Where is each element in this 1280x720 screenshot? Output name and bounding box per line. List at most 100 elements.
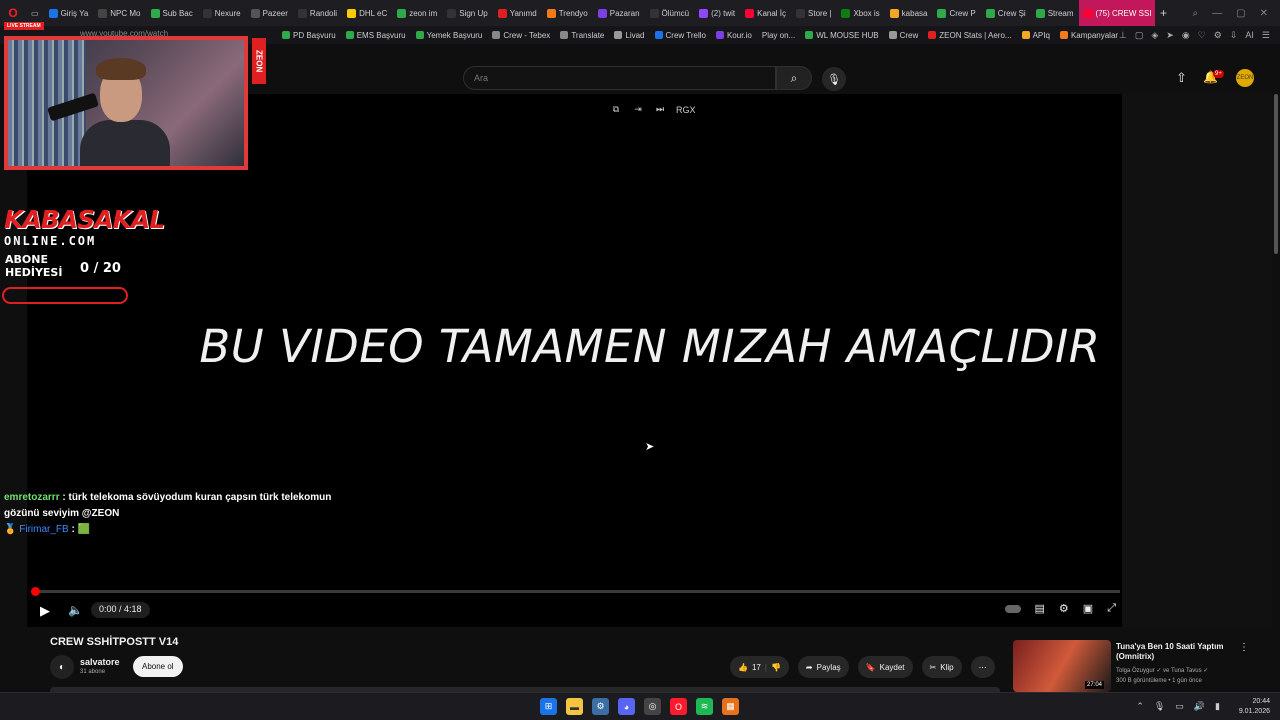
opera-taskbar-icon[interactable]: O — [670, 698, 687, 715]
scrollbar-thumb[interactable] — [1274, 94, 1278, 254]
camera-icon[interactable]: ◉ — [1182, 30, 1190, 41]
bookmark-item[interactable]: WL MOUSE HUB — [805, 31, 879, 40]
fullscreen-icon[interactable]: ⤢ — [1107, 602, 1116, 615]
recommended-video[interactable]: 27:04 Tuna'ya Ben 10 Saati Yaptım (Omnit… — [1013, 640, 1249, 692]
app-icon[interactable]: ▦ — [722, 698, 739, 715]
browser-tab[interactable]: Kanal İç — [740, 0, 791, 26]
browser-tab[interactable]: Giriş Ya — [44, 0, 94, 26]
subscriber-goal-progress — [2, 287, 128, 304]
browser-tab[interactable]: Store | — [791, 0, 836, 26]
send-icon[interactable]: ➤ — [1166, 30, 1174, 41]
browser-tab[interactable]: Trendyo — [542, 0, 593, 26]
extensions-icon[interactable]: ⚙ — [1214, 30, 1222, 41]
network-icon[interactable]: ▭ — [1175, 701, 1184, 712]
bookmark-item[interactable]: Yemek Başvuru — [415, 31, 482, 40]
bookmark-item[interactable]: APIq — [1021, 31, 1050, 40]
browser-tab[interactable]: Ölümcü — [645, 0, 695, 26]
browser-tab[interactable]: Pazeer — [246, 0, 293, 26]
bookmark-item[interactable]: ZEON Stats | Aero... — [928, 31, 1012, 40]
autoplay-toggle[interactable] — [1004, 604, 1021, 613]
bookmark-item[interactable]: Crew Trello — [654, 31, 706, 40]
bookmark-item[interactable]: Kampanyalar — [1059, 31, 1118, 40]
tray-chevron-icon[interactable]: ⌃ — [1136, 701, 1144, 712]
voice-search-button[interactable]: 🎙 — [822, 67, 846, 91]
browser-tab[interactable]: Yanımd — [493, 0, 542, 26]
upload-icon[interactable]: ⇧ — [1176, 70, 1187, 86]
search-tabs-icon[interactable]: ⌕ — [1193, 8, 1199, 19]
bookmark-item[interactable]: Kour.io — [715, 31, 752, 40]
ai-button[interactable]: AI — [1245, 30, 1254, 41]
bookmark-item[interactable]: PD Başvuru — [282, 31, 336, 40]
browser-tab[interactable]: zeon im — [392, 0, 442, 26]
tray-mic-icon[interactable]: 🎙 — [1154, 701, 1165, 712]
more-actions-button[interactable]: ⋯ — [970, 656, 995, 678]
browser-tab[interactable]: Stream — [1031, 0, 1079, 26]
bookmark-item[interactable]: Play on... — [762, 31, 795, 40]
download-icon[interactable]: ⇩ — [1230, 30, 1238, 41]
browser-tab[interactable]: Sign Up — [442, 0, 492, 26]
channel-name[interactable]: salvatore — [80, 657, 120, 667]
minimize-icon[interactable]: — — [1212, 8, 1222, 19]
subtitles-icon[interactable]: ▤ — [1035, 602, 1045, 615]
browser-tab[interactable]: Pazaran — [593, 0, 645, 26]
thumbs-down-icon[interactable]: 👎 — [771, 663, 781, 672]
pip-icon[interactable]: ⧉ — [610, 104, 622, 115]
taskbar-clock[interactable]: 20:44 9.01.2026 — [1239, 697, 1270, 717]
bookmark-item[interactable]: Translate — [560, 31, 604, 40]
volume-icon[interactable]: 🔈 — [68, 603, 83, 617]
browser-tab[interactable]: Nexure — [198, 0, 246, 26]
browser-tab[interactable]: Sub Bac — [146, 0, 198, 26]
spotify-icon[interactable]: ≋ — [696, 698, 713, 715]
recommended-title[interactable]: Tuna'ya Ben 10 Saati Yaptım (Omnitrix) — [1116, 642, 1226, 662]
maximize-icon[interactable]: ▢ — [1236, 8, 1245, 19]
browser-tab[interactable]: Xbox is — [836, 0, 884, 26]
clip-button[interactable]: ✂ Klip — [921, 656, 962, 678]
browser-tab[interactable]: kabasa — [885, 0, 933, 26]
bookmark-item[interactable]: EMS Başvuru — [345, 31, 406, 40]
new-tab-button[interactable]: + — [1155, 6, 1173, 20]
discord-icon[interactable]: ◕ — [618, 698, 635, 715]
bookmark-item[interactable]: Livad — [614, 31, 645, 40]
heart-icon[interactable]: ♡ — [1198, 30, 1206, 41]
browser-tab[interactable]: Crew Şi — [981, 0, 1031, 26]
like-button[interactable]: 👍 17 | 👎 — [730, 656, 789, 678]
start-menu-icon[interactable]: ⊞ — [540, 698, 557, 715]
search-input[interactable]: Ara — [463, 66, 776, 90]
browser-tab[interactable]: (2) twit — [694, 0, 740, 26]
settings-gear-icon[interactable]: ⚙ — [1059, 602, 1069, 615]
miniplayer-icon[interactable]: ▣ — [1083, 602, 1093, 615]
close-window-icon[interactable]: ✕ — [1260, 8, 1268, 19]
pin-icon[interactable]: ⊥ — [1119, 30, 1127, 41]
rgx-label[interactable]: RGX — [676, 105, 696, 115]
browser-tab[interactable]: NPC Mo — [93, 0, 145, 26]
battery-icon[interactable]: ▮ — [1215, 701, 1220, 712]
bookmark-item[interactable]: Crew - Tebex — [492, 31, 550, 40]
skip-icon[interactable]: ⏭ — [654, 104, 666, 115]
volume-tray-icon[interactable]: 🔊 — [1194, 701, 1205, 712]
browser-tab[interactable]: DHL eC — [342, 0, 392, 26]
settings-app-icon[interactable]: ⚙ — [592, 698, 609, 715]
tab-snap-icon[interactable]: ▢ — [1135, 30, 1144, 41]
kebab-menu-icon[interactable]: ⋮ — [1239, 642, 1249, 653]
tab-favicon-icon — [546, 8, 556, 18]
file-explorer-icon[interactable]: ▬ — [566, 698, 583, 715]
progress-scrubber[interactable] — [31, 587, 40, 596]
browser-tab[interactable]: Randoli — [293, 0, 342, 26]
search-button[interactable]: ⌕ — [776, 66, 812, 90]
page-scrollbar[interactable] — [1272, 94, 1280, 627]
subscribe-button[interactable]: Abone ol — [133, 656, 183, 677]
browser-tab-active[interactable]: (75) CREW SSI — [1078, 0, 1155, 26]
exit-icon[interactable]: ⇥ — [632, 104, 644, 115]
shield-icon[interactable]: ◈ — [1151, 30, 1158, 41]
bookmark-favicon-icon — [1021, 31, 1030, 39]
play-icon[interactable]: ▶ — [40, 603, 50, 619]
share-button[interactable]: ➦ Paylaş — [797, 656, 849, 678]
account-avatar[interactable]: ZEON — [1236, 69, 1254, 87]
save-button[interactable]: 🔖 Kaydet — [857, 656, 913, 678]
bookmark-item[interactable]: Crew — [888, 31, 918, 40]
app-icon[interactable]: ◎ — [644, 698, 661, 715]
browser-tab[interactable]: Crew P — [932, 0, 980, 26]
video-progress-bar[interactable] — [31, 587, 1120, 596]
channel-avatar[interactable]: ◐ — [50, 655, 74, 679]
menu-icon[interactable]: ☰ — [1262, 30, 1270, 41]
